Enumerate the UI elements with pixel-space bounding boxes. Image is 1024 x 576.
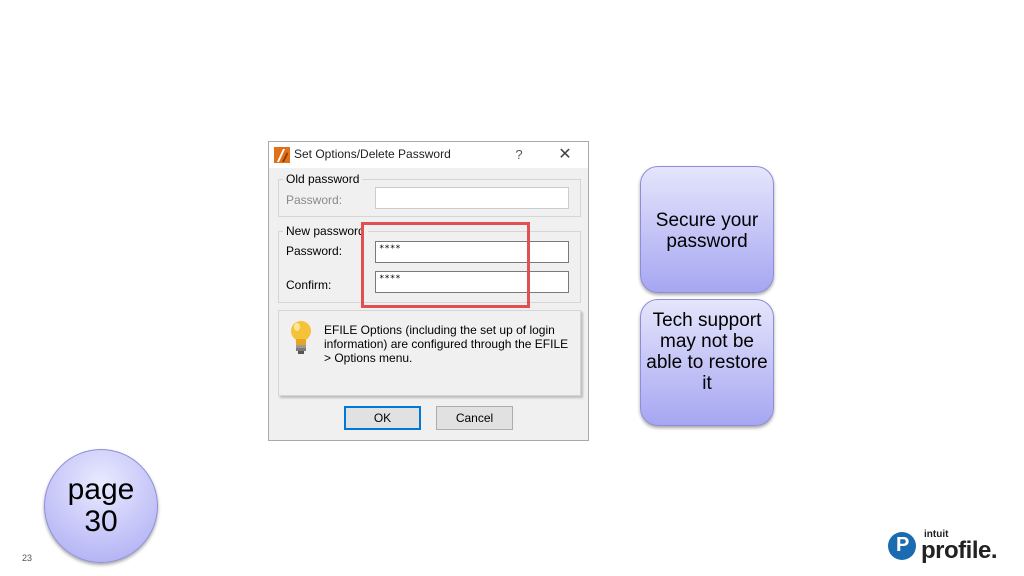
close-button[interactable]: ✕ (553, 145, 577, 165)
page-reference-number: 30 (84, 505, 118, 538)
old-password-group-label: Old password (283, 172, 363, 186)
slide-number: 23 (22, 553, 33, 563)
callout-tech-support: Tech support may not be able to restore … (640, 299, 774, 426)
help-button[interactable]: ? (509, 145, 529, 165)
app-icon (274, 147, 290, 163)
page-reference-word: page (67, 473, 135, 506)
new-password-label: Password: (286, 244, 343, 258)
dialog-title: Set Options/Delete Password (294, 147, 451, 161)
efile-info-text: EFILE Options (including the set up of l… (324, 323, 569, 365)
lightbulb-icon (291, 321, 311, 354)
dialog-titlebar: Set Options/Delete Password ? ✕ (269, 142, 588, 168)
callout-secure-password-text: Secure your password (655, 210, 759, 252)
callout-secure-password: Secure your password (640, 166, 774, 293)
intuit-profile-logo: P intuit profile. (888, 529, 1000, 564)
profile-logo-icon: P (888, 532, 916, 560)
confirm-password-label: Confirm: (286, 278, 332, 292)
old-password-group: Old password Password: (278, 172, 581, 217)
callout-tech-support-text: Tech support may not be able to restore … (646, 310, 768, 394)
new-password-highlight (361, 222, 530, 308)
efile-info-box: EFILE Options (including the set up of l… (278, 310, 581, 396)
cancel-button[interactable]: Cancel (436, 406, 513, 430)
old-password-label: Password: (286, 193, 343, 207)
ok-button[interactable]: OK (344, 406, 421, 430)
new-password-group-label: New password (283, 224, 368, 238)
old-password-input[interactable] (375, 187, 569, 209)
page-reference-circle: page 30 (44, 449, 158, 563)
logo-profile-text: profile. (921, 537, 998, 564)
